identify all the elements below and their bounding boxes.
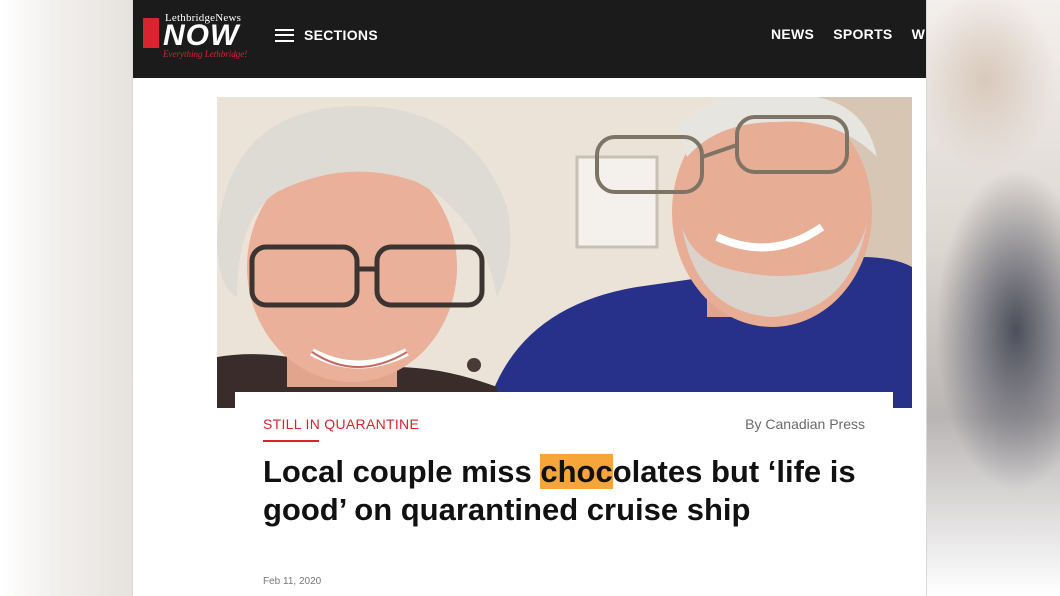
category-underline [263,440,319,442]
article-byline: By Canadian Press [745,416,865,432]
headline-highlight: choc [540,454,613,489]
nav-item-news[interactable]: NEWS [771,26,814,42]
nav-item-truncated[interactable]: W [912,26,926,42]
nav-item-sports[interactable]: SPORTS [833,26,892,42]
couple-selfie-illustration [217,97,912,408]
logo-now-text: NOW [163,19,240,52]
article-date: Feb 11, 2020 [263,576,322,587]
hero-photo [217,97,912,408]
article-card: STILL IN QUARANTINE By Canadian Press Lo… [235,392,893,596]
hamburger-menu-icon [275,28,294,42]
headline-text-start: Local couple miss [263,454,541,489]
sections-menu-button[interactable]: SECTIONS [275,26,378,44]
logo-red-bar [143,18,159,48]
article-headline[interactable]: Local couple miss chocolates but ‘life i… [263,453,883,529]
logo-tagline: Everything Lethbridge! [163,49,248,59]
blurred-backdrop-right [926,0,1060,596]
site-header: LethbridgeNews NOW Everything Lethbridge… [133,0,926,78]
article-category-link[interactable]: STILL IN QUARANTINE [263,416,419,432]
sections-label: SECTIONS [304,27,378,43]
site-logo[interactable]: LethbridgeNews NOW Everything Lethbridge… [141,12,259,60]
main-nav: NEWS SPORTS W [771,26,926,42]
news-page: LethbridgeNews NOW Everything Lethbridge… [133,0,926,596]
blurred-backdrop-left [0,0,133,596]
